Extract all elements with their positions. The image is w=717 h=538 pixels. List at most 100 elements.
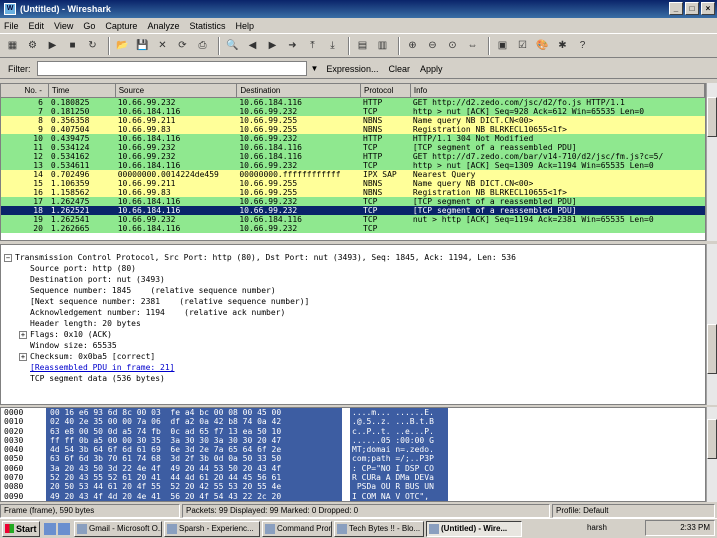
taskbar-task-0[interactable]: Gmail - Microsoft O... — [74, 520, 162, 537]
column-header-1[interactable]: Time — [49, 84, 116, 97]
hex-line[interactable]: 0020 63 e8 00 50 0d a5 74 fb 0c ad 65 f7 … — [1, 426, 705, 436]
menu-go[interactable]: Go — [83, 21, 95, 31]
zoom-in-icon[interactable]: ⊕ — [404, 37, 421, 54]
help-icon[interactable]: ? — [574, 37, 591, 54]
forward-icon[interactable]: ▶ — [264, 37, 281, 54]
first-icon[interactable]: ⤒ — [304, 37, 321, 54]
hex-line[interactable]: 0010 02 40 2e 35 00 00 7a 06 df a2 0a 42 … — [1, 417, 705, 427]
detail-line[interactable]: [Reassembled PDU in frame: 21] — [1, 362, 705, 373]
save-icon[interactable]: 💾 — [134, 37, 151, 54]
packet-row[interactable]: 14 0.702496 00000000.0014224de459 00000000.… — [1, 170, 705, 179]
interface-list-icon[interactable]: ▦ — [4, 37, 21, 54]
menu-analyze[interactable]: Analyze — [147, 21, 179, 31]
taskbar-task-2[interactable]: Command Prompt — [262, 520, 332, 537]
column-header-0[interactable]: No. - — [1, 84, 49, 97]
hex-line[interactable]: 0080 20 50 53 44 61 20 4f 55 52 20 42 55 … — [1, 482, 705, 492]
packet-row[interactable]: 8 0.356358 10.66.99.211 10.66.99.255 NBNS Nam… — [1, 116, 705, 125]
find-icon[interactable]: 🔍 — [224, 37, 241, 54]
stop-capture-icon[interactable]: ■ — [64, 37, 81, 54]
menu-help[interactable]: Help — [235, 21, 254, 31]
open-icon[interactable]: 📂 — [114, 37, 131, 54]
taskbar-task-1[interactable]: Sparsh - Experienc... — [164, 520, 260, 537]
column-header-4[interactable]: Protocol — [361, 84, 411, 97]
print-icon[interactable]: ⎙ — [194, 37, 211, 54]
detail-line[interactable]: Source port: http (80) — [1, 263, 705, 274]
display-filters-icon[interactable]: ☑ — [514, 37, 531, 54]
apply-button[interactable]: Apply — [420, 64, 443, 74]
packet-row[interactable]: 19 1.262541 10.66.99.232 10.66.184.116 TCP nu… — [1, 215, 705, 224]
detail-line[interactable]: TCP segment data (536 bytes) — [1, 373, 705, 384]
hex-line[interactable]: 0030 ff ff 0b a5 00 00 30 35 3a 30 30 3a … — [1, 435, 705, 446]
resize-columns-icon[interactable]: ⇔ — [464, 37, 481, 54]
details-scrollbar[interactable] — [706, 244, 717, 405]
packet-details[interactable]: − Transmission Control Protocol, Src Port… — [0, 244, 706, 405]
packet-row[interactable]: 18 1.262521 10.66.184.116 10.66.99.232 TCP [T… — [1, 206, 705, 215]
column-header-2[interactable]: Source — [116, 84, 238, 97]
close-icon[interactable]: ✕ — [154, 37, 171, 54]
close-button[interactable]: × — [701, 2, 715, 15]
detail-line[interactable]: Window size: 65535 — [1, 340, 705, 351]
detail-line[interactable]: Destination port: nut (3493) — [1, 274, 705, 285]
packet-row[interactable]: 15 1.106359 10.66.99.211 10.66.99.255 NBNS Na… — [1, 179, 705, 188]
menu-file[interactable]: File — [4, 21, 19, 31]
scrollbar-thumb[interactable] — [707, 324, 717, 374]
back-icon[interactable]: ◀ — [244, 37, 261, 54]
detail-line[interactable]: + Checksum: 0x0ba5 [correct] — [1, 351, 705, 362]
detail-line[interactable]: [Next sequence number: 2381 (relative se… — [1, 296, 705, 307]
detail-line[interactable]: − Transmission Control Protocol, Src Port… — [1, 252, 705, 263]
menu-statistics[interactable]: Statistics — [189, 21, 225, 31]
capture-options-icon[interactable]: ⚙ — [24, 37, 41, 54]
filter-input[interactable] — [36, 61, 307, 76]
bytes-scrollbar[interactable] — [706, 407, 717, 502]
packet-row[interactable]: 9 0.407504 10.66.99.83 10.66.99.255 NBNS Regi… — [1, 125, 705, 134]
expand-icon[interactable]: + — [19, 330, 27, 339]
menu-view[interactable]: View — [54, 21, 73, 31]
browser-icon[interactable] — [58, 522, 70, 535]
packet-row[interactable]: 12 0.534162 10.66.99.232 10.66.184.116 HTTP G… — [1, 152, 705, 161]
scrollbar-thumb[interactable] — [707, 419, 717, 459]
maximize-button[interactable]: □ — [685, 2, 699, 15]
scrollbar-thumb[interactable] — [707, 97, 717, 137]
restart-capture-icon[interactable]: ↻ — [84, 37, 101, 54]
start-button[interactable]: Start — [2, 520, 40, 537]
hex-line[interactable]: 0060 3a 20 43 50 3d 22 4e 4f 49 20 44 53 … — [1, 463, 705, 474]
packet-row[interactable]: 11 0.534124 10.66.99.232 10.66.184.116 TCP [T… — [1, 143, 705, 152]
capture-filters-icon[interactable]: ▣ — [494, 37, 511, 54]
column-header-5[interactable]: Info — [411, 84, 705, 97]
hex-line[interactable]: 0050 63 6f 6d 3b 70 61 74 68 3d 2f 3b 0d … — [1, 454, 705, 464]
collapse-icon[interactable]: − — [4, 253, 12, 262]
preferences-icon[interactable]: ✱ — [554, 37, 571, 54]
packet-row[interactable]: 16 1.158562 10.66.99.83 10.66.99.255 NBNS Reg… — [1, 188, 705, 197]
packet-row[interactable]: 13 0.534611 10.66.184.116 10.66.99.232 TCP ht… — [1, 161, 705, 170]
packet-row[interactable]: 20 1.262665 10.66.184.116 10.66.99.232 TCP — [1, 224, 705, 233]
reload-icon[interactable]: ⟳ — [174, 37, 191, 54]
last-icon[interactable]: ⤓ — [324, 37, 341, 54]
hex-line[interactable]: 0090 49 20 43 4f 4d 20 4e 41 56 20 4f 54 … — [1, 491, 705, 501]
status-profile[interactable]: Profile: Default — [552, 504, 715, 518]
zoom-normal-icon[interactable]: ⊙ — [444, 37, 461, 54]
clear-button[interactable]: Clear — [388, 64, 410, 74]
packet-list-scrollbar[interactable] — [706, 83, 717, 241]
autoscroll-icon[interactable]: ▥ — [374, 37, 391, 54]
start-capture-icon[interactable]: ▶ — [44, 37, 61, 54]
zoom-out-icon[interactable]: ⊖ — [424, 37, 441, 54]
filter-dropdown-icon[interactable]: ▼ — [311, 64, 319, 73]
menu-edit[interactable]: Edit — [29, 21, 45, 31]
packet-row[interactable]: 17 1.262475 10.66.184.116 10.66.99.232 TCP [T… — [1, 197, 705, 206]
packet-row[interactable]: 10 0.439475 10.66.184.116 10.66.99.232 HTTP H… — [1, 134, 705, 143]
packet-bytes[interactable]: 0000 00 16 e6 93 6d 8c 00 03 fe a4 bc 00 … — [0, 407, 706, 502]
detail-line[interactable]: Header length: 20 bytes — [1, 318, 705, 329]
detail-line[interactable]: Acknowledgement number: 1194 (relative a… — [1, 307, 705, 318]
taskbar-task-3[interactable]: Tech Bytes !! - Blo... — [334, 520, 424, 537]
packet-row[interactable]: 7 0.181250 10.66.184.116 10.66.99.232 TCP htt… — [1, 107, 705, 116]
coloring-rules-icon[interactable]: 🎨 — [534, 37, 551, 54]
packet-list[interactable]: No. - Time Source Destination Protocol Info 6… — [0, 83, 706, 241]
hex-line[interactable]: 0040 4d 54 3b 64 6f 6d 61 69 6e 3d 2e 7a … — [1, 445, 705, 455]
detail-line[interactable]: + Flags: 0x10 (ACK) — [1, 329, 705, 340]
packet-row[interactable]: 6 0.180825 10.66.99.232 10.66.184.116 HTTP GE… — [1, 98, 705, 107]
expand-icon[interactable]: + — [19, 352, 27, 361]
minimize-button[interactable]: _ — [669, 2, 683, 15]
detail-line[interactable]: Sequence number: 1845 (relative sequence… — [1, 285, 705, 296]
expression-button[interactable]: Expression... — [326, 64, 378, 74]
colorize-icon[interactable]: ▤ — [354, 37, 371, 54]
